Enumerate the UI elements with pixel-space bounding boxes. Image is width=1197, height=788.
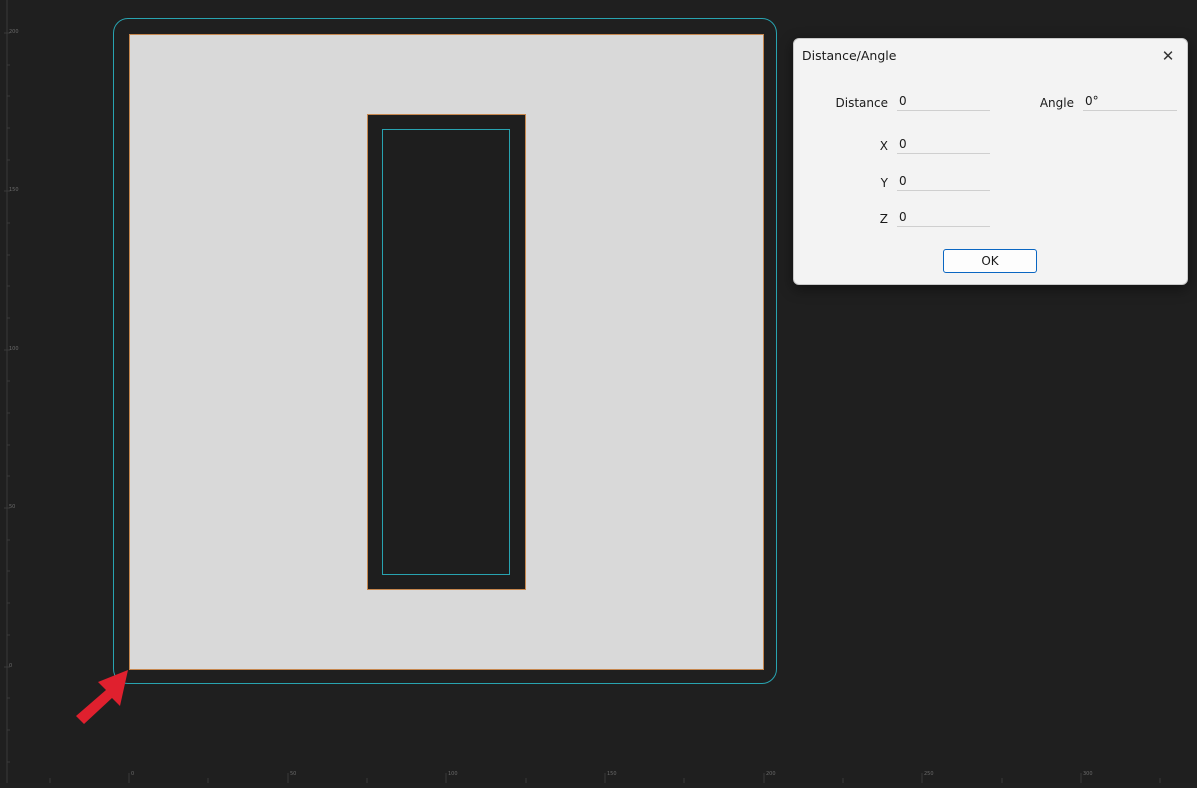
x-field[interactable]: 0	[897, 135, 990, 154]
ruler-bottom-label: 200	[766, 771, 776, 777]
ruler-left-label: 150	[9, 187, 19, 193]
ruler-bottom-label: 50	[290, 771, 297, 777]
ruler-left-label: 100	[9, 346, 19, 352]
y-label: Y	[880, 176, 888, 190]
distance-field[interactable]: 0	[897, 92, 990, 111]
z-label: Z	[879, 212, 888, 226]
ruler-left-label: 200	[9, 29, 19, 35]
ruler-left-label: 0	[9, 663, 13, 669]
close-icon[interactable]: ✕	[1156, 45, 1180, 67]
angle-label: Angle	[1039, 96, 1074, 110]
ruler-bottom-ticks	[49, 773, 1161, 783]
distance-label: Distance	[835, 96, 888, 110]
ruler-left: 200 150 100 50 0	[0, 0, 19, 783]
x-label: X	[879, 139, 888, 153]
ok-button[interactable]: OK	[943, 249, 1037, 273]
origin-arrow-icon	[76, 670, 128, 724]
ruler-bottom-label: 150	[607, 771, 617, 777]
ruler-bottom-label: 250	[924, 771, 934, 777]
z-field[interactable]: 0	[897, 208, 990, 227]
distance-angle-dialog: Distance/Angle ✕ Distance 0 Angle 0° X 0…	[793, 38, 1188, 285]
ruler-bottom-label: 0	[131, 771, 135, 777]
ruler-bottom-label: 100	[448, 771, 458, 777]
ruler-bottom: 0 50 100 150 200 250 300	[0, 770, 1197, 783]
ruler-left-label: 50	[9, 504, 16, 510]
ruler-bottom-label: 300	[1083, 771, 1093, 777]
angle-field[interactable]: 0°	[1083, 92, 1177, 111]
y-field[interactable]: 0	[897, 172, 990, 191]
slot-toolpath-outline[interactable]	[382, 129, 510, 575]
dialog-title: Distance/Angle	[802, 48, 897, 63]
